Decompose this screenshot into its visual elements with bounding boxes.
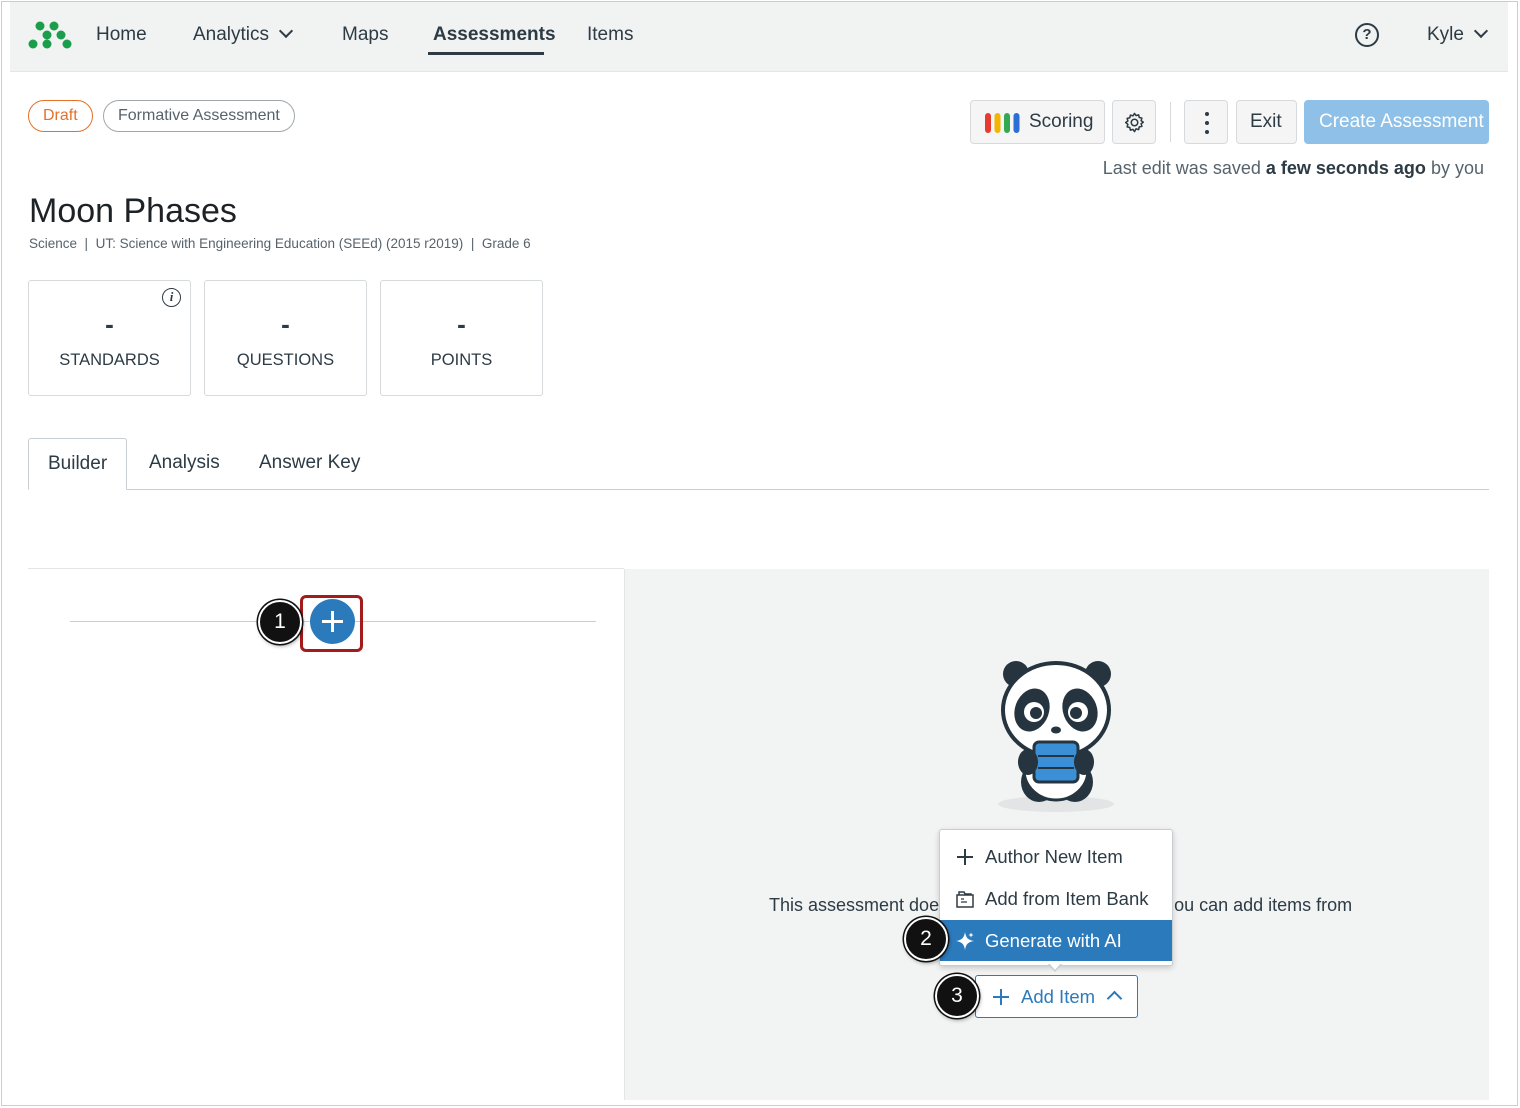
callout-1: 1 (258, 600, 302, 644)
chevron-up-icon (1106, 990, 1123, 1007)
standards-label: STANDARDS (59, 351, 160, 369)
subject: Science (29, 236, 78, 251)
points-value: - (457, 309, 466, 339)
chevron-down-icon (278, 23, 294, 39)
points-label: POINTS (430, 351, 493, 369)
info-icon[interactable]: i (162, 288, 181, 307)
tabs-divider (28, 489, 1489, 490)
save-status-prefix: Last edit was saved (1102, 158, 1261, 178)
status-badge: Draft (28, 100, 93, 132)
callout-2: 2 (904, 917, 948, 961)
menu-item-label: Add from Item Bank (985, 888, 1149, 909)
sparkle-icon (956, 932, 974, 950)
menu-item-label: Generate with AI (985, 930, 1122, 951)
grade: Grade 6 (481, 236, 531, 251)
scoring-button[interactable]: Scoring (970, 100, 1105, 144)
tab-builder[interactable]: Builder (28, 438, 128, 490)
builder-divider (28, 568, 624, 569)
active-nav-indicator (428, 52, 544, 55)
points-card: - POINTS (380, 280, 543, 396)
plus-icon (993, 989, 1009, 1005)
add-item-button[interactable]: Add Item (975, 975, 1138, 1018)
nav-assessments[interactable]: Assessments (433, 24, 556, 46)
nav-items[interactable]: Items (587, 24, 633, 46)
add-item-menu: Author New Item Add from Item Bank Gener… (939, 829, 1173, 966)
exit-label: Exit (1250, 111, 1282, 132)
nav-analytics[interactable]: Analytics (193, 23, 294, 46)
page-title: Moon Phases (29, 192, 237, 230)
kebab-menu-icon (1205, 112, 1209, 134)
menu-pointer-inner (1049, 963, 1061, 970)
add-item-circle-button[interactable] (310, 599, 355, 644)
metadata-separator: | (84, 236, 89, 251)
assessment-type-badge: Formative Assessment (103, 100, 295, 132)
menu-item-generate-with-ai[interactable]: Generate with AI (940, 920, 1172, 961)
save-status: Last edit was saved a few seconds ago by… (1103, 158, 1484, 179)
nav-maps[interactable]: Maps (342, 24, 388, 46)
questions-label: QUESTIONS (236, 351, 335, 369)
add-item-label: Add Item (1021, 986, 1096, 1007)
help-icon[interactable]: ? (1355, 23, 1379, 47)
app-window: Home Analytics Maps Assessments Items ? … (1, 1, 1518, 1106)
chevron-down-icon (1473, 23, 1489, 39)
plus-icon (957, 849, 973, 865)
top-nav: Home Analytics Maps Assessments Items ? … (10, 2, 1508, 72)
gear-icon (1124, 112, 1145, 133)
mastery-logo-icon[interactable] (28, 20, 72, 50)
save-status-suffix: by you (1430, 158, 1484, 178)
user-name: Kyle (1427, 24, 1464, 45)
callout-3: 3 (935, 974, 979, 1018)
create-assessment-button[interactable]: Create Assessment (1304, 100, 1489, 144)
empty-state-text-right: ou can add items from (1174, 895, 1353, 915)
scoring-bars-icon (985, 113, 1020, 133)
scoring-label: Scoring (1029, 111, 1094, 132)
metadata-separator: | (470, 236, 475, 251)
tab-analysis[interactable]: Analysis (149, 438, 220, 490)
exit-button[interactable]: Exit (1236, 100, 1297, 144)
questions-value: - (281, 309, 290, 339)
assessment-metadata: Science | UT: Science with Engineering E… (29, 236, 531, 251)
empty-state-text-left: This assessment does (769, 895, 949, 915)
create-assessment-label: Create Assessment (1319, 111, 1484, 132)
standards-card: i - STANDARDS (28, 280, 191, 396)
save-status-time: a few seconds ago (1265, 158, 1426, 178)
menu-item-author-new-item[interactable]: Author New Item (940, 836, 1172, 877)
menu-item-label: Author New Item (985, 846, 1123, 867)
nav-home[interactable]: Home (96, 24, 147, 46)
toolbar-divider (1170, 102, 1171, 142)
more-options-button[interactable] (1184, 100, 1228, 144)
item-bank-icon (956, 891, 974, 908)
standards-value: - (105, 309, 114, 339)
tab-answer-key[interactable]: Answer Key (259, 438, 360, 490)
questions-card: - QUESTIONS (204, 280, 367, 396)
settings-button[interactable] (1112, 100, 1156, 144)
user-menu[interactable]: Kyle (1427, 23, 1489, 46)
framework: UT: Science with Engineering Education (… (95, 236, 464, 251)
menu-item-add-from-item-bank[interactable]: Add from Item Bank (940, 878, 1172, 919)
nav-analytics-label: Analytics (193, 24, 270, 45)
panda-illustration-icon (998, 661, 1114, 812)
